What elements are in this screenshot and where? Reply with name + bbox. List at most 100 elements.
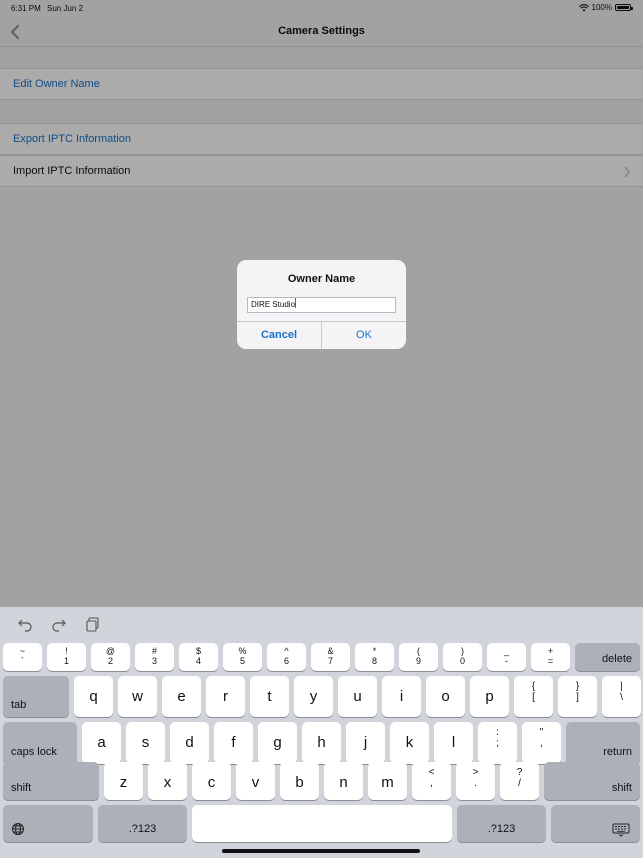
keyboard-dismiss-key[interactable] xyxy=(551,805,640,842)
key-3[interactable]: #3 xyxy=(135,643,174,671)
key-f[interactable]: f xyxy=(214,722,253,764)
key-r[interactable]: r xyxy=(206,676,245,717)
key-label: {[ xyxy=(531,681,536,703)
key-1[interactable]: ! 1 xyxy=(47,643,86,671)
alert-title: Owner Name xyxy=(287,273,356,285)
key-label: q xyxy=(89,688,98,705)
key-label: r xyxy=(223,688,228,705)
key-w[interactable]: w xyxy=(118,676,157,717)
key-label: $4 xyxy=(195,646,201,666)
key-label: | \ xyxy=(620,681,623,703)
key-6[interactable]: ^ 6 xyxy=(267,643,306,671)
key-label: ) 0 xyxy=(459,646,465,666)
key-8[interactable]: * 8 xyxy=(355,643,394,671)
redo-icon[interactable] xyxy=(51,616,67,632)
key-v[interactable]: v xyxy=(236,762,275,800)
key-4[interactable]: $4 xyxy=(179,643,218,671)
key-2[interactable]: @2 xyxy=(91,643,130,671)
key-label: % 5 xyxy=(238,646,247,666)
key-label: d xyxy=(185,734,194,751)
key-e[interactable]: e xyxy=(162,676,201,717)
key-label: m xyxy=(381,774,394,791)
key-=[interactable]: + = xyxy=(531,643,570,671)
key-label: delete xyxy=(602,653,632,665)
key-label: #3 xyxy=(151,646,157,666)
key-k[interactable]: k xyxy=(390,722,429,764)
key-s[interactable]: s xyxy=(126,722,165,764)
numbers-key-left[interactable]: .?123 xyxy=(98,805,187,842)
key-label: a xyxy=(97,734,106,751)
key-9[interactable]: (9 xyxy=(399,643,438,671)
key-label: }] xyxy=(575,681,580,703)
key-label: ", xyxy=(539,727,544,749)
key-punct2-2[interactable]: ? / xyxy=(500,762,539,800)
owner-name-input[interactable]: DIRE Studio xyxy=(247,297,396,313)
key-label: + = xyxy=(547,646,554,666)
owner-name-alert: Owner Name DIRE Studio Cancel OK xyxy=(237,260,406,349)
undo-icon[interactable] xyxy=(17,616,33,632)
key-m[interactable]: m xyxy=(368,762,407,800)
key-label: c xyxy=(207,774,216,791)
key-][interactable]: }] xyxy=(558,676,597,717)
cancel-button[interactable]: Cancel xyxy=(237,322,322,349)
key-n[interactable]: n xyxy=(324,762,363,800)
space-bar[interactable] xyxy=(192,805,452,842)
shift-right-key[interactable]: shift xyxy=(544,762,640,800)
key-c[interactable]: c xyxy=(192,762,231,800)
key-label: _ - xyxy=(503,646,509,666)
key-label: y xyxy=(309,688,318,705)
key-\[interactable]: | \ xyxy=(602,676,641,717)
key-punct-0[interactable]: :; xyxy=(478,722,517,764)
paste-icon[interactable] xyxy=(85,616,101,632)
key-b[interactable]: b xyxy=(280,762,319,800)
key-label: shift xyxy=(11,782,32,794)
alert-buttons: Cancel OK xyxy=(237,321,406,349)
key-j[interactable]: j xyxy=(346,722,385,764)
key-u[interactable]: u xyxy=(338,676,377,717)
key-x[interactable]: x xyxy=(148,762,187,800)
shift-left-key[interactable]: shift xyxy=(3,762,99,800)
key-label: p xyxy=(485,688,494,705)
key-label: f xyxy=(231,734,236,751)
caps-lock-key[interactable]: caps lock xyxy=(3,722,77,764)
key-label: s xyxy=(141,734,150,751)
key-punct-1[interactable]: ", xyxy=(522,722,561,764)
key-label: shift xyxy=(611,782,632,794)
key-h[interactable]: h xyxy=(302,722,341,764)
key-t[interactable]: t xyxy=(250,676,289,717)
key-d[interactable]: d xyxy=(170,722,209,764)
key-a[interactable]: a xyxy=(82,722,121,764)
key-q[interactable]: q xyxy=(74,676,113,717)
key-label: ! 1 xyxy=(63,646,69,666)
key-p[interactable]: p xyxy=(470,676,509,717)
key-label: k xyxy=(405,734,414,751)
key-[[interactable]: {[ xyxy=(514,676,553,717)
key-i[interactable]: i xyxy=(382,676,421,717)
key-label: * 8 xyxy=(371,646,377,666)
owner-name-value: DIRE Studio xyxy=(251,300,296,309)
return-key[interactable]: return xyxy=(566,722,640,764)
key-label: (9 xyxy=(415,646,421,666)
key-label: g xyxy=(273,734,282,751)
text-cursor xyxy=(295,298,297,308)
tab-key[interactable]: tab xyxy=(3,676,69,717)
key-label: ? / xyxy=(516,767,523,789)
numbers-key-right[interactable]: .?123 xyxy=(457,805,546,842)
ok-button[interactable]: OK xyxy=(322,322,406,349)
key-0[interactable]: ) 0 xyxy=(443,643,482,671)
key-5[interactable]: % 5 xyxy=(223,643,262,671)
key-g[interactable]: g xyxy=(258,722,297,764)
key-7[interactable]: & 7 xyxy=(311,643,350,671)
delete-key[interactable]: delete xyxy=(575,643,640,671)
key-y[interactable]: y xyxy=(294,676,333,717)
key-label: & 7 xyxy=(327,646,334,666)
key-punct2-1[interactable]: >. xyxy=(456,762,495,800)
globe-key[interactable] xyxy=(3,805,93,842)
key--[interactable]: _ - xyxy=(487,643,526,671)
key-label: <, xyxy=(428,767,435,789)
key-o[interactable]: o xyxy=(426,676,465,717)
key-z[interactable]: z xyxy=(104,762,143,800)
key-punct2-0[interactable]: <, xyxy=(412,762,451,800)
key-`[interactable]: ~ ` xyxy=(3,643,42,671)
key-l[interactable]: l xyxy=(434,722,473,764)
